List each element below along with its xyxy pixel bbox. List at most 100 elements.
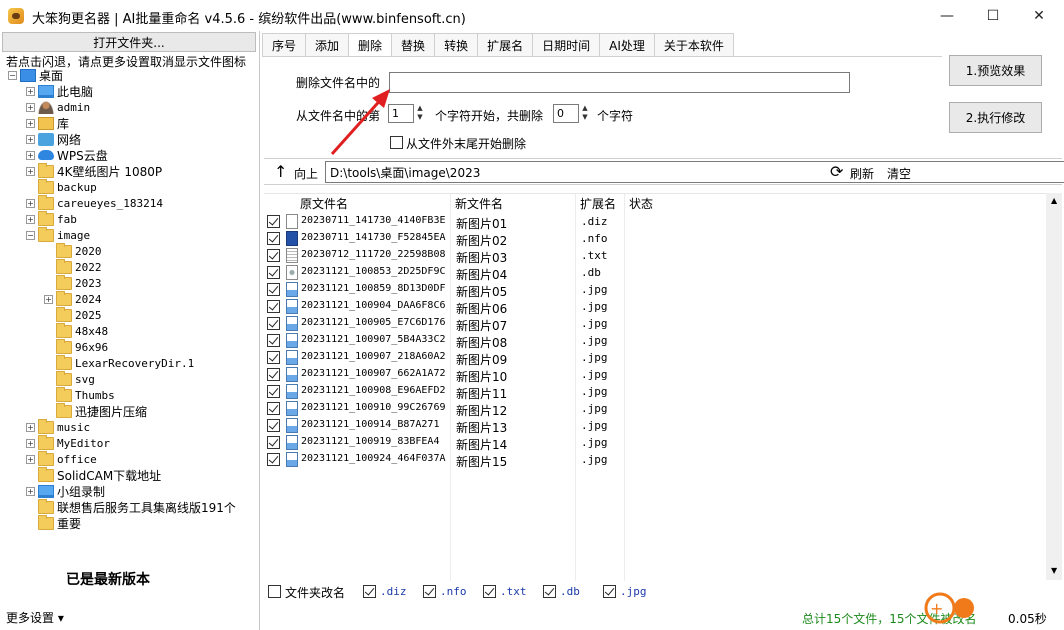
row-checkbox[interactable] [267,283,280,296]
ext-filter-checkbox[interactable] [543,585,556,598]
table-row[interactable]: 20231121_100859_8D13D0DF 新图片05 .jpg [264,281,1051,299]
tree-item[interactable]: backup [26,178,97,195]
table-row[interactable]: 20231121_100924_464F037A 新图片15 .jpg [264,451,1051,469]
tree-item[interactable]: 2025 [44,306,102,323]
collapse-icon[interactable]: − [26,230,35,240]
vertical-scrollbar[interactable] [1046,193,1062,580]
tree-item[interactable]: 迅捷图片压缩 [44,402,147,419]
table-row[interactable]: 20230712_111720_22598B08 新图片03 .txt [264,247,1051,265]
tab-6[interactable]: 日期时间 [532,33,601,56]
row-checkbox[interactable] [267,385,280,398]
expand-icon[interactable]: + [26,166,35,176]
path-input[interactable]: D:\tools\桌面\image\2023 [325,161,1064,183]
row-checkbox[interactable] [267,419,280,432]
table-row[interactable]: 20231121_100907_662A1A72 新图片10 .jpg [264,366,1051,384]
expand-icon[interactable]: + [44,294,53,304]
tree-item[interactable]: + 库 [26,115,69,131]
refresh-button[interactable]: 刷新 [850,165,874,182]
tree-item[interactable]: + careueyes_183214 [26,194,163,211]
tree-item[interactable]: + 此电脑 [26,83,93,99]
expand-icon[interactable]: + [26,214,35,224]
tab-5[interactable]: 扩展名 [477,33,534,56]
table-row[interactable]: 20230711_141730_F52845EA 新图片02 .nfo [264,230,1051,248]
tree-item[interactable]: − image [26,226,90,243]
tab-3[interactable]: 替换 [391,33,436,56]
tab-0[interactable]: 序号 [262,33,307,56]
table-row[interactable]: 20231121_100914_B87A271 新图片13 .jpg [264,417,1051,435]
refresh-icon[interactable]: ⟳ [830,162,843,181]
tree-item[interactable]: + music [26,418,90,435]
expand-icon[interactable]: + [26,118,35,128]
tab-7[interactable]: AI处理 [599,33,655,56]
expand-icon[interactable]: + [26,150,35,160]
tab-1[interactable]: 添加 [305,33,350,56]
tree-item[interactable]: + office [26,450,97,467]
ext-filter-checkbox[interactable] [603,585,616,598]
table-row[interactable]: 20231121_100907_218A60A2 新图片09 .jpg [264,349,1051,367]
open-folder-button[interactable]: 打开文件夹... [2,32,256,52]
expand-icon[interactable]: + [26,422,35,432]
scroll-down-icon[interactable]: ▼ [1051,566,1057,575]
column-header-status[interactable]: 状态 [629,195,653,212]
tree-item[interactable]: + WPS云盘 [26,147,108,163]
preview-button[interactable]: 1.预览效果 [949,55,1042,86]
table-row[interactable]: 20231121_100904_DAA6F8C6 新图片06 .jpg [264,298,1051,316]
delete-text-input[interactable] [389,72,850,93]
row-checkbox[interactable] [267,266,280,279]
expand-icon[interactable]: + [26,134,35,144]
up-arrow-icon[interactable]: ↑ [274,162,287,181]
table-row[interactable]: 20231121_100907_5B4A33C2 新图片08 .jpg [264,332,1051,350]
up-button[interactable]: 向上 [294,165,318,182]
tree-item[interactable]: 2020 [44,242,102,259]
row-checkbox[interactable] [267,453,280,466]
tree-item[interactable]: LexarRecoveryDir.1 [44,354,194,371]
table-row[interactable]: 20231121_100910_99C26769 新图片12 .jpg [264,400,1051,418]
start-stepper-arrows-icon[interactable]: ▲ ▼ [414,104,426,123]
scroll-up-icon[interactable]: ▲ [1051,196,1057,205]
ext-filter-checkbox[interactable] [363,585,376,598]
column-header-new[interactable]: 新文件名 [455,195,503,212]
ext-filter-checkbox[interactable] [483,585,496,598]
table-row[interactable]: 20231121_100919_83BFEA4 新图片14 .jpg [264,434,1051,452]
more-settings-menu[interactable]: 更多设置 ▾ [6,609,64,626]
tree-item[interactable]: 联想售后服务工具集离线版191个 [26,498,236,515]
tree-item[interactable]: Thumbs [44,386,115,403]
row-checkbox[interactable] [267,215,280,228]
table-row[interactable]: 20231121_100908_E96AEFD2 新图片11 .jpg [264,383,1051,401]
expand-icon[interactable]: + [26,102,35,112]
row-checkbox[interactable] [267,436,280,449]
tree-item[interactable]: SolidCAM下载地址 [26,466,161,483]
tree-item[interactable]: + MyEditor [26,434,110,451]
row-checkbox[interactable] [267,368,280,381]
expand-icon[interactable]: + [26,454,35,464]
row-checkbox[interactable] [267,300,280,313]
tree-item[interactable]: 2023 [44,274,102,291]
tree-item[interactable]: + fab [26,210,77,227]
row-checkbox[interactable] [267,317,280,330]
column-header-ext[interactable]: 扩展名 [580,195,616,212]
row-checkbox[interactable] [267,334,280,347]
close-button[interactable]: ✕ [1016,0,1062,31]
tab-4[interactable]: 转换 [434,33,479,56]
tree-item[interactable]: svg [44,370,95,387]
tree-item[interactable]: − 桌面 [8,67,63,83]
tree-item[interactable]: 96x96 [44,338,108,355]
expand-icon[interactable]: + [26,486,35,496]
clear-button[interactable]: 清空 [887,165,911,182]
table-row[interactable]: 20230711_141730_4140FB3E 新图片01 .diz [264,213,1051,231]
tree-item[interactable]: + admin [26,99,90,115]
tree-item[interactable]: +2024 [44,290,102,307]
folder-rename-checkbox[interactable] [268,585,281,598]
execute-button[interactable]: 2.执行修改 [949,102,1042,133]
tree-item[interactable]: 2022 [44,258,102,275]
tab-8[interactable]: 关于本软件 [653,33,734,56]
table-row[interactable]: 20231121_100853_2D25DF9C 新图片04 .db [264,264,1051,282]
count-stepper-arrows-icon[interactable]: ▲ ▼ [579,104,591,123]
tab-2[interactable]: 删除 [348,33,393,57]
row-checkbox[interactable] [267,232,280,245]
tree-item[interactable]: 48x48 [44,322,108,339]
tree-item[interactable]: + 小组录制 [26,483,105,499]
row-checkbox[interactable] [267,351,280,364]
expand-icon[interactable]: + [26,86,35,96]
collapse-icon[interactable]: − [8,70,17,80]
